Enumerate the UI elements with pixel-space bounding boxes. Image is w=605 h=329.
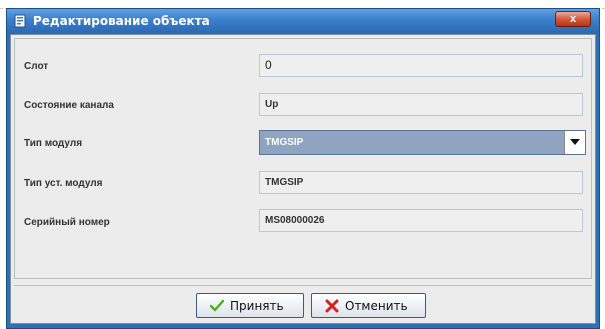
close-button[interactable]: x xyxy=(555,11,591,27)
accept-label: Принять xyxy=(230,299,284,313)
channel-state-field[interactable]: Up xyxy=(259,93,583,116)
module-type-select[interactable]: TMGSIP xyxy=(259,130,586,155)
cancel-button[interactable]: Отменить xyxy=(311,293,426,318)
cross-icon xyxy=(325,299,339,313)
form-panel: Слот 0 Состояние канала Up Тип модуля TM… xyxy=(14,38,592,279)
installed-module-type-field[interactable]: TMGSIP xyxy=(259,171,583,194)
checkmark-icon xyxy=(209,299,225,313)
serial-number-label: Серийный номер xyxy=(24,217,110,228)
window-title: Редактирование объекта xyxy=(33,14,210,28)
module-type-label: Тип модуля xyxy=(24,138,83,149)
window-app-icon xyxy=(14,14,28,29)
channel-state-label: Состояние канала xyxy=(24,100,114,111)
accept-button[interactable]: Принять xyxy=(196,293,304,318)
serial-number-field[interactable]: MS08000026 xyxy=(259,209,583,232)
title-bar[interactable]: Редактирование объекта x xyxy=(7,9,599,34)
edit-object-dialog: Редактирование объекта x Слот 0 Состояни… xyxy=(6,8,600,329)
installed-module-type-label: Тип уст. модуля xyxy=(24,178,103,189)
footer-divider xyxy=(14,285,592,286)
slot-label: Слот xyxy=(24,61,49,72)
slot-field[interactable]: 0 xyxy=(259,54,583,77)
dialog-body: Слот 0 Состояние канала Up Тип модуля TM… xyxy=(10,34,596,324)
chevron-down-icon xyxy=(570,139,580,145)
cancel-label: Отменить xyxy=(345,299,408,313)
dropdown-button[interactable] xyxy=(564,131,585,154)
module-type-value: TMGSIP xyxy=(265,137,304,148)
close-icon: x xyxy=(569,13,577,25)
